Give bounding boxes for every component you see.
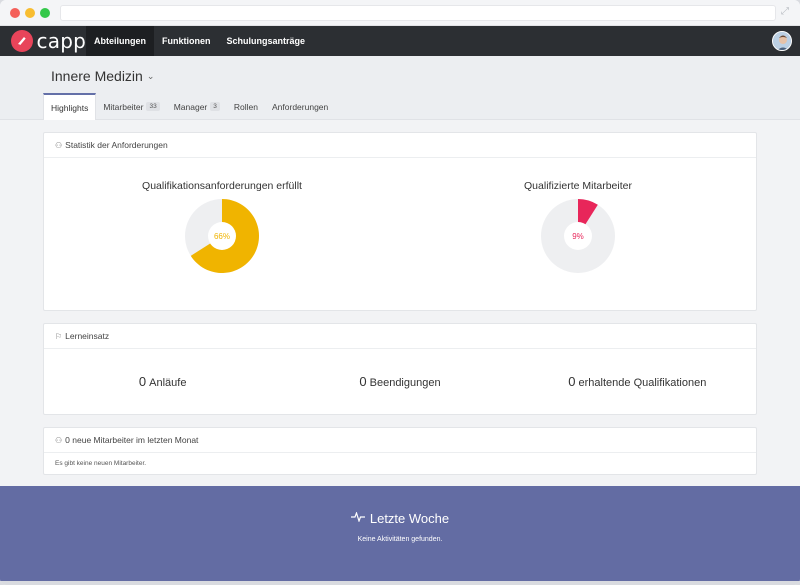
learning-card: ⚐ Lerneinsatz 0 Anläufe 0 Beendigungen 0 er… [43, 323, 757, 415]
activity-pulse-icon [350, 511, 365, 525]
minimize-window-icon[interactable] [25, 8, 35, 18]
count-badge: 3 [210, 102, 220, 111]
count-badge: 33 [146, 102, 160, 111]
learning-stat-qualifications: 0 erhaltende Qualifikationen [519, 374, 756, 389]
card-header: ⚇ 0 neue Mitarbeiter im letzten Monat [44, 428, 756, 453]
card-title: 0 neue Mitarbeiter im letzten Monat [65, 435, 199, 445]
stats-card: ⚇ Statistik der Anforderungen Qualifikat… [43, 132, 757, 311]
main-content: ⚇ Statistik der Anforderungen Qualifikat… [0, 120, 800, 475]
stat-label: Beendigungen [369, 377, 441, 389]
nav-abteilungen[interactable]: Abteilungen [86, 26, 154, 56]
stat-label: erhaltende Qualifikationen [578, 377, 707, 389]
tab-label: Highlights [51, 102, 89, 113]
users-icon: ⚇ [55, 435, 63, 445]
chevron-down-icon: ⌄ [146, 70, 155, 81]
donut-chart: 66% [184, 198, 260, 274]
app-window: ⤢ capp Abteilungen Funktionen Schulungsa… [0, 0, 800, 585]
learning-stat-completions: 0 Beendigungen [281, 374, 518, 389]
close-window-icon[interactable] [10, 8, 20, 18]
tab-rollen[interactable]: Rollen [227, 93, 265, 120]
stat-title: Qualifikationsanforderungen erfüllt [142, 180, 302, 192]
tab-label: Mitarbeiter [103, 101, 144, 112]
page-title: Innere Medizin [51, 68, 143, 84]
users-icon: ⚇ [55, 140, 63, 150]
stat-qualification-requirements: Qualifikationsanforderungen erfüllt 66% [44, 158, 400, 310]
window-bottom-edge [0, 581, 800, 585]
tab-label: Manager [173, 101, 208, 112]
stat-qualified-employees: Qualifizierte Mitarbeiter 9% [400, 158, 756, 310]
last-week-title: Letzte Woche [369, 511, 450, 526]
card-header: ⚐ Lerneinsatz [44, 324, 756, 349]
url-bar[interactable] [60, 5, 776, 21]
tab-mitarbeiter[interactable]: Mitarbeiter 33 [96, 93, 166, 120]
brand-logo[interactable]: capp [0, 26, 86, 56]
stat-value: 0 [359, 374, 367, 389]
tab-bar: Highlights Mitarbeiter 33 Manager 3 Roll… [43, 93, 335, 120]
donut-chart: 9% [540, 198, 616, 274]
card-title: Lerneinsatz [65, 331, 110, 341]
browser-chrome: ⤢ [0, 0, 800, 26]
stat-title: Qualifizierte Mitarbeiter [524, 180, 632, 192]
nav-funktionen[interactable]: Funktionen [154, 26, 219, 56]
department-selector[interactable]: Innere Medizin ⌄ [51, 68, 154, 84]
capp-logo-icon [11, 30, 33, 52]
empty-state-text: Es gibt keine neuen Mitarbeiter. [55, 460, 147, 467]
brand-name: capp [36, 29, 86, 53]
stat-value: 0 [138, 374, 147, 389]
tab-manager[interactable]: Manager 3 [167, 93, 227, 120]
last-week-section: Letzte Woche Keine Aktivitäten gefunden. [0, 486, 800, 581]
stat-value: 0 [568, 374, 576, 389]
stat-label: Anläufe [149, 377, 187, 389]
nav-schulungsantraege[interactable]: Schulungsanträge [219, 26, 314, 56]
maximize-window-icon[interactable] [40, 8, 50, 18]
tab-highlights[interactable]: Highlights [43, 93, 97, 120]
donut-value-label: 9% [572, 231, 584, 241]
empty-state-text: Keine Aktivitäten gefunden. [357, 536, 443, 543]
card-title: Statistik der Anforderungen [65, 140, 168, 150]
avatar[interactable] [772, 31, 792, 51]
donut-value-label: 66% [213, 231, 230, 241]
tab-label: Anforderungen [272, 101, 329, 112]
top-navbar: capp Abteilungen Funktionen Schulungsant… [0, 26, 800, 56]
section-title: Letzte Woche [0, 511, 800, 526]
expand-icon[interactable]: ⤢ [779, 6, 791, 18]
card-header: ⚇ Statistik der Anforderungen [44, 133, 756, 158]
tab-label: Rollen [233, 101, 259, 112]
tab-anforderungen[interactable]: Anforderungen [265, 93, 335, 120]
new-employees-card: ⚇ 0 neue Mitarbeiter im letzten Monat Es… [43, 427, 757, 475]
learning-body: 0 Anläufe 0 Beendigungen 0 erhaltende Quali… [44, 349, 756, 414]
flag-icon: ⚐ [55, 331, 63, 341]
learning-stat-attempts: 0 Anläufe [44, 374, 281, 389]
stats-body: Qualifikationsanforderungen erfüllt 66% … [44, 158, 756, 310]
department-header: Innere Medizin ⌄ Highlights Mitarbeiter … [0, 56, 800, 120]
